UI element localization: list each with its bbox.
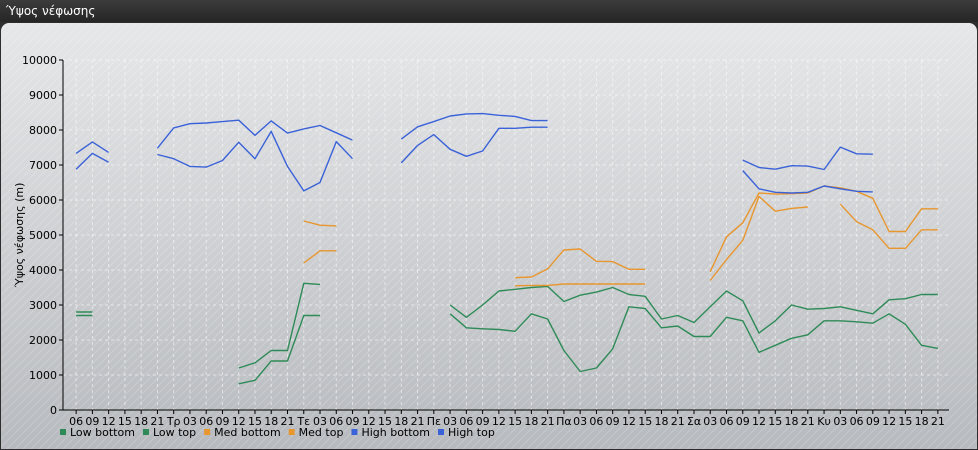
- legend-label: High bottom: [361, 426, 430, 439]
- chart-window: Ύψος νέφωσης 0 1000 2000 3000 4000 5000 6000 70…: [0, 0, 978, 450]
- x-tick-label: 09: [736, 415, 750, 428]
- plot-panel: 0 1000 2000 3000 4000 5000 6000 7000 8000 9000 100…: [1, 23, 977, 449]
- x-tick-label: 12: [622, 415, 636, 428]
- y-tick-label: 0: [50, 404, 57, 417]
- x-tick-label: Κυ: [817, 415, 831, 428]
- x-tick-label: 06: [589, 415, 603, 428]
- y-axis-label: Ύψος νέφωσης (m): [13, 183, 26, 289]
- legend-swatch: [60, 429, 66, 435]
- legend-label: Low top: [153, 426, 196, 439]
- plot-hatch: [1, 23, 977, 449]
- x-tick-label: 09: [866, 415, 880, 428]
- x-tick-label: 18: [785, 415, 799, 428]
- y-tick-label: 1000: [29, 369, 57, 382]
- x-tick-label: 21: [541, 415, 555, 428]
- x-tick-label: 21: [801, 415, 815, 428]
- legend-swatch: [288, 429, 295, 435]
- legend-label: Med top: [299, 426, 344, 439]
- x-tick-label: 15: [508, 415, 522, 428]
- x-tick-label: 09: [606, 415, 620, 428]
- legend-swatch: [438, 429, 444, 435]
- y-tick-label: 2000: [29, 334, 57, 347]
- y-tick-label: 9000: [29, 89, 57, 102]
- y-tick-label: 7000: [29, 159, 57, 172]
- x-tick-label: 18: [134, 415, 148, 428]
- legend-label: High top: [448, 426, 495, 439]
- x-tick-label: 09: [346, 415, 360, 428]
- y-tick-label: 3000: [29, 299, 57, 312]
- x-tick-label: 15: [898, 415, 912, 428]
- x-tick-label: 12: [752, 415, 766, 428]
- legend-label: Med bottom: [214, 426, 281, 439]
- x-tick-label: 18: [915, 415, 929, 428]
- x-tick-label: 03: [833, 415, 847, 428]
- x-tick-label: 21: [671, 415, 685, 428]
- x-tick-label: 06: [850, 415, 864, 428]
- x-tick-label: 18: [524, 415, 538, 428]
- y-tick-label: 10000: [22, 54, 57, 67]
- x-tick-label: 15: [768, 415, 782, 428]
- legend-swatch: [142, 429, 149, 435]
- window-title: Ύψος νέφωσης: [0, 0, 978, 22]
- y-tick-label: 6000: [29, 194, 57, 207]
- x-tick-label: 03: [573, 415, 587, 428]
- cloud-height-chart: 0 1000 2000 3000 4000 5000 6000 7000 8000 9000 100…: [1, 23, 977, 449]
- x-tick-label: 15: [638, 415, 652, 428]
- legend-swatch: [351, 429, 358, 435]
- y-tick-label: 8000: [29, 124, 57, 137]
- x-tick-label: 03: [703, 415, 717, 428]
- x-tick-label: 18: [654, 415, 668, 428]
- y-tick-label: 4000: [29, 264, 57, 277]
- x-tick-label: 06: [199, 415, 213, 428]
- x-tick-label: Πα: [556, 415, 572, 428]
- x-tick-label: 06: [720, 415, 734, 428]
- y-tick-label: 5000: [29, 229, 57, 242]
- x-tick-label: Σα: [687, 415, 701, 428]
- legend-label: Low bottom: [70, 426, 135, 439]
- x-tick-label: 21: [281, 415, 295, 428]
- x-tick-label: 21: [931, 415, 945, 428]
- legend: Low bottom Low top Med bottom Med top High b…: [60, 426, 495, 439]
- legend-swatch: [204, 429, 211, 435]
- x-tick-label: 12: [882, 415, 896, 428]
